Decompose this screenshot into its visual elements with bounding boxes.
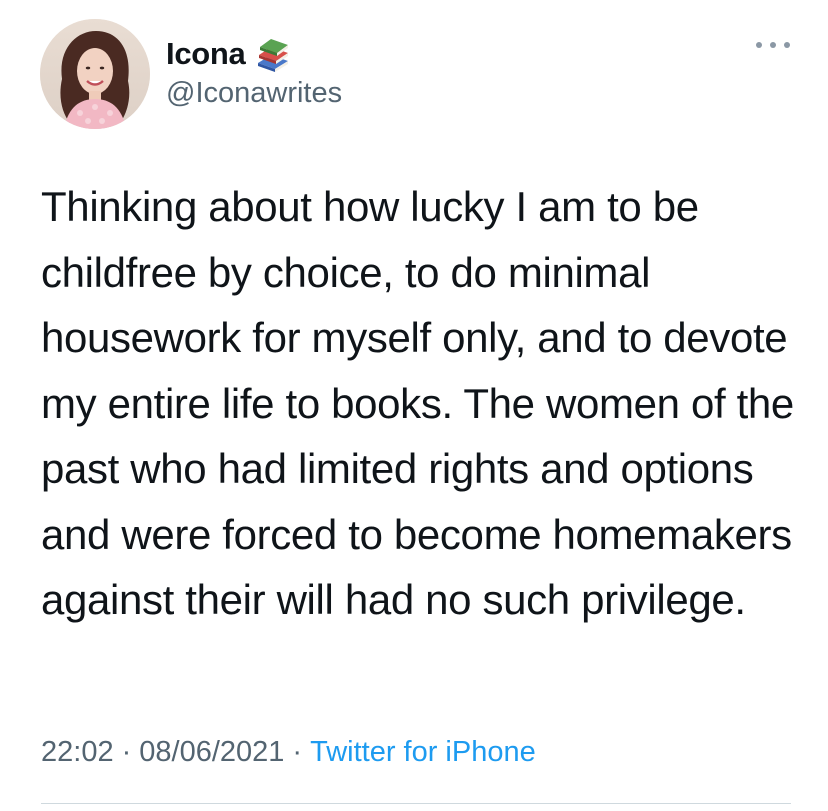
meta-separator: · [292,736,303,768]
tweet-time[interactable]: 22:02 [41,736,114,768]
user-handle[interactable]: @Iconawrites [166,77,342,110]
meta-separator: · [121,736,132,768]
tweet-source-link[interactable]: Twitter for iPhone [310,736,536,768]
tweet-card: Icona @Iconawrites Thinking about how lu… [0,0,828,811]
author-name-row[interactable]: Icona [166,34,291,74]
tweet-date[interactable]: 08/06/2021 [139,736,284,768]
more-dot-icon [770,42,776,48]
avatar-photo [40,19,150,129]
tweet-text: Thinking about how lucky I am to be chil… [41,183,794,623]
more-dot-icon [784,42,790,48]
display-name[interactable]: Icona [166,36,246,72]
tweet-meta: 22:02 · 08/06/2021 · Twitter for iPhone [41,736,536,769]
avatar[interactable] [40,19,150,129]
more-dot-icon [756,42,762,48]
books-icon [255,36,291,72]
more-horizontal-icon[interactable] [756,38,790,52]
divider [41,803,791,804]
